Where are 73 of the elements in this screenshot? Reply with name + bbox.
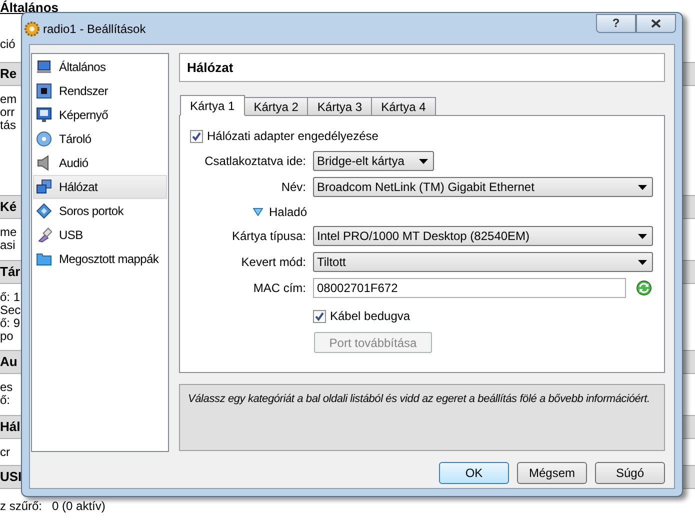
detail-text: tás xyxy=(0,119,16,132)
gear-icon xyxy=(24,20,40,36)
detail-text: ő: 9 xyxy=(0,317,20,330)
detail-text: ő: 1 xyxy=(0,291,20,304)
category-item[interactable]: Képernyő xyxy=(33,103,167,127)
refresh-icon[interactable] xyxy=(636,280,652,296)
caret-icon xyxy=(638,260,647,264)
usb-plug-icon xyxy=(36,227,52,243)
monitor-icon xyxy=(36,107,52,123)
caret-icon xyxy=(638,234,647,238)
info-text: Válassz egy kategóriát a bal oldali listából és vidd az egeret a beállítás fölé a bővebb információért. xyxy=(179,384,665,451)
dropdown[interactable]: Broadcom NetLink (TM) Gigabit Ethernet xyxy=(313,177,653,197)
checkbox-label: Kábel bedugva xyxy=(330,308,410,325)
field-label: Név: xyxy=(280,179,307,196)
section-header: Re xyxy=(0,65,17,84)
category-item[interactable]: Hálózat xyxy=(33,175,167,199)
caret-icon xyxy=(638,184,647,190)
category-item[interactable]: Általános xyxy=(33,55,167,79)
detail-text: es xyxy=(0,381,13,394)
category-item[interactable]: Rendszer xyxy=(33,79,167,103)
close-button[interactable] xyxy=(636,14,676,33)
detail-text: Sec xyxy=(0,304,21,317)
field-label: Kártya típusa: xyxy=(230,228,307,245)
detail-text: em xyxy=(0,93,17,106)
section-toggle-label[interactable]: Haladó xyxy=(269,203,308,221)
dropdown[interactable]: Bridge-elt kártya xyxy=(313,151,434,171)
dropdown[interactable]: Intel PRO/1000 MT Desktop (82540EM) xyxy=(313,226,653,246)
section-header: Hál xyxy=(0,418,20,436)
chip-icon xyxy=(36,83,52,99)
category-item[interactable]: Audió xyxy=(33,151,167,175)
input-field[interactable]: 08002701F672 xyxy=(313,278,626,298)
detail-text: ő: xyxy=(0,394,10,407)
category-item[interactable]: Tároló xyxy=(33,127,167,151)
section-header: Tár xyxy=(0,263,20,282)
expand-triangle-icon[interactable] xyxy=(253,208,263,216)
diamond-icon xyxy=(36,203,52,219)
tab[interactable]: Kártya 2 xyxy=(244,97,308,115)
section-header: Au xyxy=(0,353,18,372)
detail-text: ció xyxy=(0,38,16,51)
network-icon xyxy=(36,179,52,195)
detail-text: po xyxy=(0,330,14,343)
category-item[interactable]: USB xyxy=(33,223,167,247)
detail-text: asi xyxy=(0,239,16,252)
dropdown[interactable]: Tiltott xyxy=(313,252,653,272)
disc-icon xyxy=(36,131,52,147)
section-header: Ké xyxy=(0,198,17,216)
section-header: Általános xyxy=(0,0,60,16)
dialog-button[interactable]: Súgó xyxy=(595,462,665,484)
detail-text: cr xyxy=(0,446,10,459)
detail-text: orr xyxy=(0,106,15,119)
folder-icon xyxy=(36,251,52,267)
caret-icon xyxy=(419,158,428,164)
checkbox[interactable] xyxy=(313,310,326,322)
checkbox-label: Hálózati adapter engedélyezése xyxy=(207,128,378,145)
section-header: USI xyxy=(0,468,22,486)
tab[interactable]: Kártya 4 xyxy=(371,97,436,115)
tab[interactable]: Kártya 1 xyxy=(180,95,245,116)
detail-text: me xyxy=(0,226,17,239)
page-title: Hálózat xyxy=(179,53,665,82)
laptop-icon xyxy=(36,59,52,75)
help-button[interactable]: ? xyxy=(596,14,636,33)
category-item[interactable]: Megosztott mappák xyxy=(33,247,167,271)
field-label: MAC cím: xyxy=(252,280,307,297)
detail-text: z szűrő: 0 (0 aktív) xyxy=(0,500,106,513)
checkbox[interactable] xyxy=(190,130,203,142)
window-title: radio1 - Beállítások xyxy=(43,20,146,38)
field-label: Csatlakoztatva ide: xyxy=(204,153,307,170)
category-item[interactable]: Soros portok xyxy=(33,199,167,223)
dialog-button[interactable]: Mégsem xyxy=(517,462,587,484)
close-icon xyxy=(651,19,661,28)
field-label: Kevert mód: xyxy=(240,254,307,271)
tab[interactable]: Kártya 3 xyxy=(307,97,372,115)
dialog-button[interactable]: OK xyxy=(439,462,509,484)
